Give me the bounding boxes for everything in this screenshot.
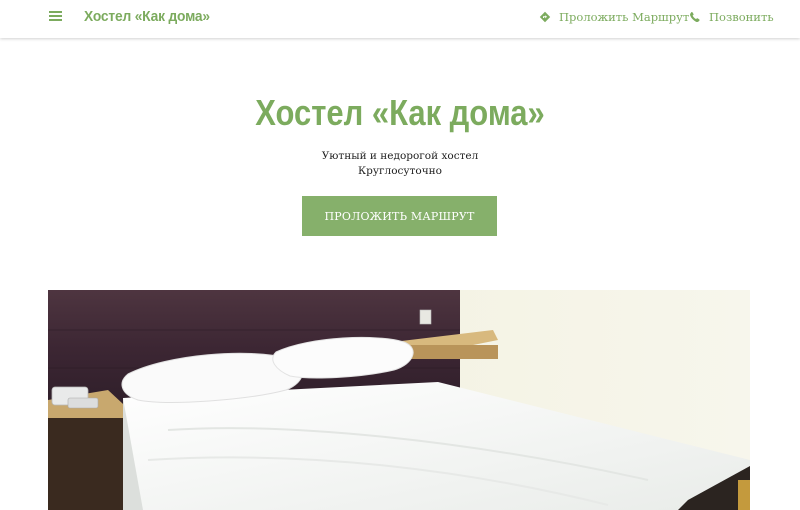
call-nav-link[interactable]: Позвонить: [689, 10, 774, 24]
build-route-button[interactable]: ПРОЛОЖИТЬ МАРШРУТ: [302, 196, 497, 236]
bed-room-image: [48, 290, 750, 510]
menu-icon[interactable]: [49, 11, 62, 21]
phone-icon: [690, 12, 700, 23]
call-nav-label: Позвонить: [709, 10, 774, 24]
hostel-room-photo: [48, 290, 750, 510]
directions-icon: [539, 11, 551, 23]
hero-subtitle-hours: Круглосуточно: [358, 165, 442, 177]
route-nav-label: Проложить Маршрут: [559, 10, 690, 24]
top-navigation-bar: Хостел «Как дома» Проложить Маршрут Позв…: [0, 0, 800, 38]
route-nav-link[interactable]: Проложить Маршрут: [539, 10, 689, 24]
hero-title: Хостел «Как дома»: [255, 92, 545, 133]
hero-subtitle-description: Уютный и недорогой хостел: [321, 150, 479, 162]
site-brand-title[interactable]: Хостел «Как дома»: [84, 8, 210, 25]
